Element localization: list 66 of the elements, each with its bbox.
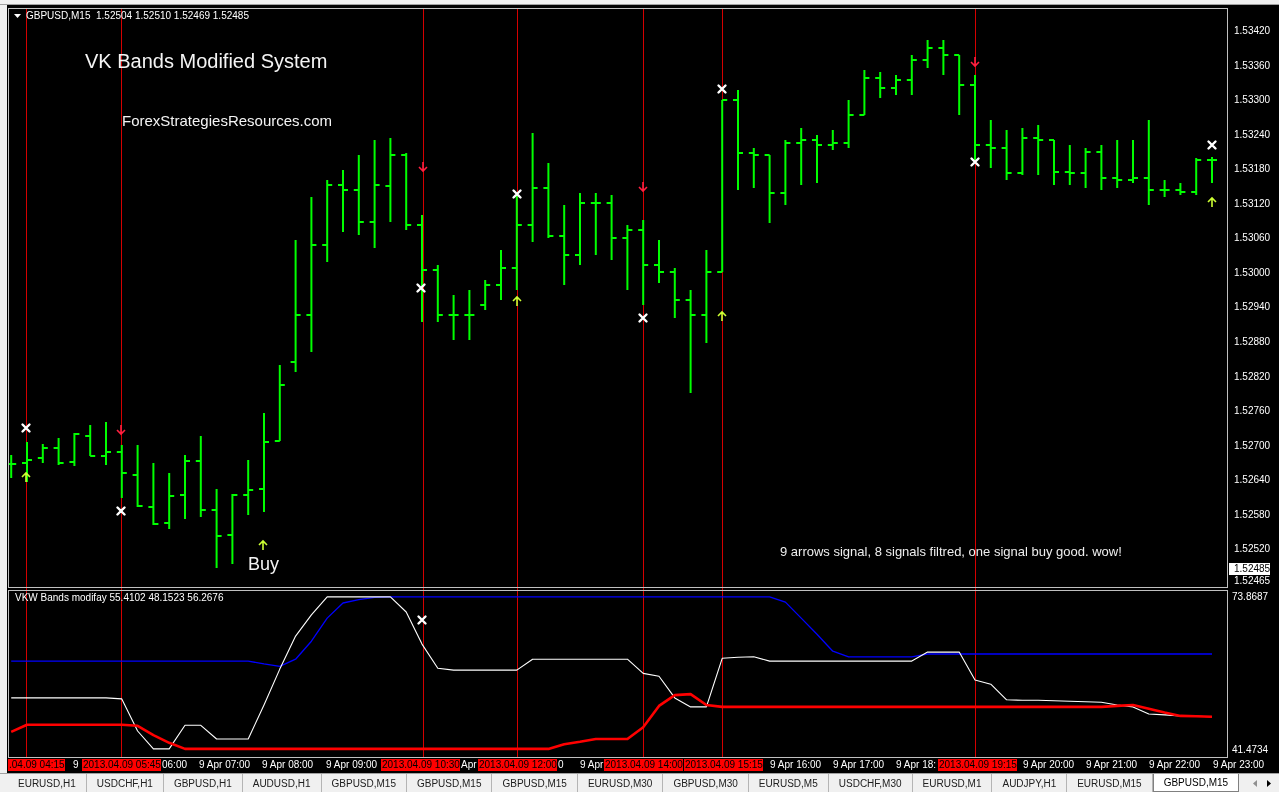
axis-tick-label: 73.8687 [1232,591,1269,603]
buy-label: Buy [248,554,280,574]
price-label: 1.52640 [1234,474,1271,486]
website-label: ForexStrategiesResources.com [122,112,333,130]
line-time-label: 2013.04.09 14:00 [604,759,683,771]
cross-icon [717,84,727,94]
price-label: 1.52465 [1234,575,1271,587]
arrow-up-icon [258,539,268,551]
price-label: 1.52700 [1234,440,1271,452]
price-label: 1.52880 [1234,336,1271,348]
price-label: 1.52520 [1234,543,1271,555]
arrow-down-icon [418,161,428,173]
price-label: 1.53060 [1234,232,1271,244]
line-time-label: .04.09 04:15 [8,759,65,771]
time-label: 9 Apr 16:00 [770,759,822,771]
time-label: 9 Apr 18: [896,759,937,771]
cross-icon [116,506,126,516]
price-label: 1.53240 [1234,129,1271,141]
chart-tab[interactable]: GBPUSD,M15 [1152,774,1240,792]
price-label: 1.52580 [1234,509,1271,521]
price-label: 1.52820 [1234,371,1271,383]
price-label: 1.53420 [1234,25,1271,37]
time-label: 9 Apr 09:00 [326,759,378,771]
cross-icon [416,283,426,293]
time-label: 06:00 [162,759,188,771]
time-label: 9 Apr 17:00 [833,759,885,771]
line-time-label: 2013.04.09 12:00 [478,759,557,771]
line-time-label: 2013.04.09 10:30 [381,759,460,771]
price-label: 1.53000 [1234,267,1271,279]
line-time-label: 2013.04.09 15:15 [684,759,763,771]
cross-icon [417,615,427,625]
time-label: 9 Apr 21:00 [1086,759,1138,771]
arrow-up-icon [717,310,727,322]
price-label: 1.53120 [1234,198,1271,210]
time-label: 0 [558,759,564,771]
arrow-down-icon [116,424,126,436]
price-label: 1.53180 [1234,163,1271,175]
current-price-label: 1.52485 [1229,563,1270,575]
arrow-down-icon [638,181,648,193]
scroll-left-icon[interactable] [1253,779,1257,787]
cross-icon [512,189,522,199]
arrow-up-icon [512,295,522,307]
time-label: 9 Apr 23:00 [1213,759,1265,771]
price-label: 1.53360 [1234,60,1271,72]
time-label: 9 Apr 22:00 [1149,759,1201,771]
time-label: 9 Apr 08:00 [262,759,314,771]
scroll-right-icon[interactable] [1267,779,1271,787]
price-label: 1.53300 [1234,94,1271,106]
cross-icon [638,313,648,323]
line-time-label: 2013.04.09 19:15 [938,759,1017,771]
time-label: 9 Apr 20:00 [1023,759,1075,771]
time-label: 9 [73,759,79,771]
cross-icon [1207,140,1217,150]
price-label: 1.52760 [1234,405,1271,417]
arrow-up-icon [21,471,31,483]
arrow-up-icon [1207,196,1217,208]
arrow-down-icon [970,56,980,68]
time-label: 9 Apr [580,759,604,771]
time-label: 9 Apr 07:00 [199,759,251,771]
line-time-label: 2013.04.09 05:45 [82,759,161,771]
price-label: 1.52940 [1234,301,1271,313]
caret-icon[interactable] [14,14,21,18]
axis-tick-label: 41.4734 [1232,744,1269,756]
time-label: Apr [461,759,477,771]
cross-icon [21,423,31,433]
cross-icon [970,157,980,167]
